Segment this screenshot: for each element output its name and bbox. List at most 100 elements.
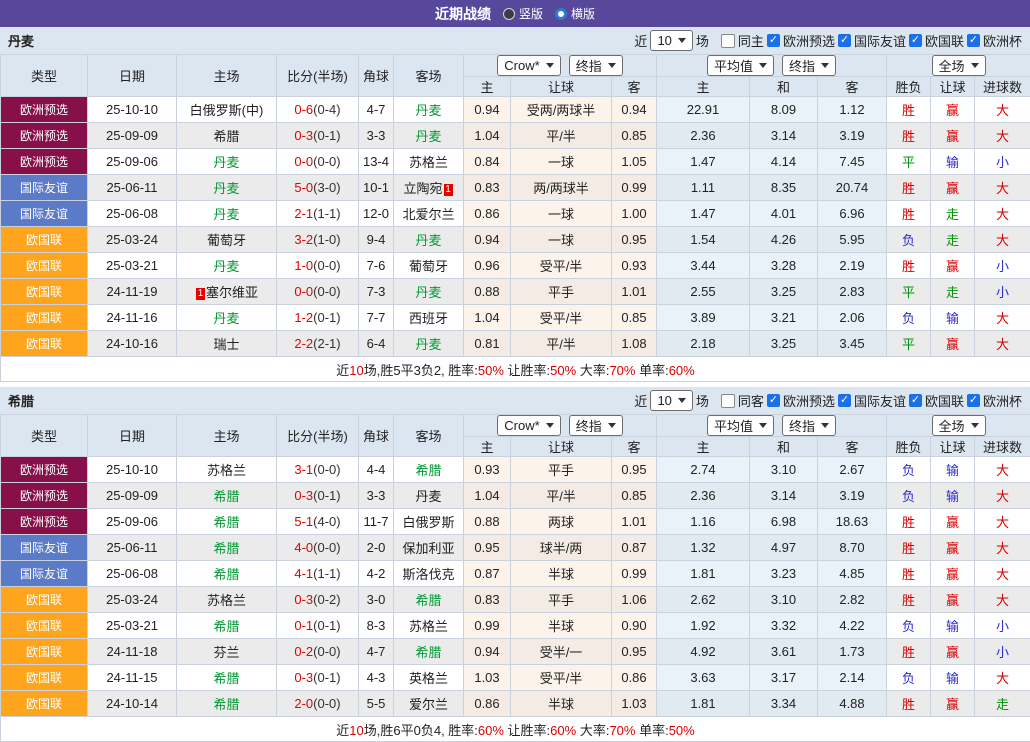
crow-away-odds: 0.86	[612, 665, 657, 691]
competition-checkbox-2[interactable]	[909, 394, 922, 407]
competition-checkbox-1[interactable]	[838, 394, 851, 407]
match-type-badge: 国际友谊	[1, 201, 88, 227]
col-avg-away: 客	[818, 77, 887, 97]
chevron-down-icon	[546, 423, 554, 428]
summary-segment: 大率:	[576, 723, 609, 738]
recent-count-select[interactable]: 10	[650, 30, 692, 51]
halftime-score: (0-0)	[313, 696, 340, 711]
result-outcome: 胜	[887, 691, 931, 717]
crow-bookmaker-select[interactable]: Crow*	[497, 55, 560, 76]
section-summary: 近10场,胜6平0负4, 胜率:60% 让胜率:60% 大率:70% 单率:50…	[1, 717, 1030, 742]
away-team: 白俄罗斯	[394, 509, 464, 535]
fulltime-select[interactable]: 全场	[932, 55, 986, 76]
results-table-denmark: 类型 日期 主场 比分(半场) 角球 客场 Crow* 终指 平均值 终指 全场	[0, 54, 1030, 382]
average-odds-select[interactable]: 平均值	[707, 415, 774, 436]
match-row: 欧国联24-10-16瑞士2-2(2-1)6-4丹麦0.81平/半1.082.1…	[1, 331, 1030, 357]
col-away: 客场	[394, 55, 464, 97]
halftime-score: (0-0)	[313, 154, 340, 169]
halftime-score: (0-2)	[313, 592, 340, 607]
corners-cell: 7-7	[359, 305, 394, 331]
crow-home-odds: 0.94	[464, 97, 511, 123]
score-cell: 1-2(0-1)	[277, 305, 359, 331]
layout-option-horizontal[interactable]: 横版	[555, 5, 595, 22]
chevron-down-icon	[546, 63, 554, 68]
summary-segment: 让胜率:	[504, 363, 550, 378]
result-outcome: 负	[887, 227, 931, 253]
result-outcome: 平	[887, 279, 931, 305]
home-team: 希腊	[177, 561, 277, 587]
radio-icon-horizontal[interactable]	[555, 8, 567, 20]
competition-checkbox-3[interactable]	[967, 34, 980, 47]
competition-checkbox-3[interactable]	[967, 394, 980, 407]
away-team: 希腊	[394, 457, 464, 483]
crow-bookmaker-select[interactable]: Crow*	[497, 415, 560, 436]
handicap-line: 平手	[511, 587, 612, 613]
crow-away-odds: 1.03	[612, 691, 657, 717]
corners-cell: 4-3	[359, 665, 394, 691]
competition-checkbox-0[interactable]	[767, 34, 780, 47]
recent-count-select[interactable]: 10	[650, 390, 692, 411]
away-team: 苏格兰	[394, 613, 464, 639]
fulltime-select[interactable]: 全场	[932, 415, 986, 436]
match-row: 欧国联24-11-16丹麦1-2(0-1)7-7西班牙1.04受平/半0.853…	[1, 305, 1030, 331]
team-name: 希腊	[213, 489, 239, 504]
match-row: 欧国联24-10-14希腊2-0(0-0)5-5爱尔兰0.86半球1.031.8…	[1, 691, 1030, 717]
avg-draw-odds: 3.17	[750, 665, 818, 691]
crow-home-odds: 0.93	[464, 457, 511, 483]
same-venue-checkbox[interactable]	[721, 394, 735, 408]
layout-option-vertical[interactable]: 竖版	[503, 5, 543, 22]
result-outcome: 平	[887, 149, 931, 175]
fulltime-score: 2-0	[294, 696, 313, 711]
crow-away-odds: 0.93	[612, 253, 657, 279]
col-date: 日期	[88, 415, 177, 457]
team-name: 丹麦	[213, 311, 239, 326]
avg-home-odds: 1.81	[657, 691, 750, 717]
summary-segment: 70%	[609, 363, 635, 378]
result-handicap: 输	[931, 305, 975, 331]
avg-home-odds: 22.91	[657, 97, 750, 123]
crow-final-odds-select[interactable]: 终指	[569, 415, 623, 436]
avg-home-odds: 3.89	[657, 305, 750, 331]
avg-away-odds: 3.45	[818, 331, 887, 357]
average-odds-select[interactable]: 平均值	[707, 55, 774, 76]
handicap-line: 受平/半	[511, 305, 612, 331]
near-label: 近	[634, 31, 647, 50]
team-name: 丹麦	[8, 31, 34, 50]
team-name: 西班牙	[409, 311, 448, 326]
crow-final-odds-select[interactable]: 终指	[569, 55, 623, 76]
near-label: 近	[634, 391, 647, 410]
team-name: 希腊	[213, 619, 239, 634]
match-row: 欧国联25-03-21希腊0-1(0-1)8-3苏格兰0.99半球0.901.9…	[1, 613, 1030, 639]
team-name: 希腊	[415, 463, 441, 478]
competition-checkbox-1[interactable]	[838, 34, 851, 47]
team-name: 立陶宛	[403, 181, 442, 196]
average-final-odds-select[interactable]: 终指	[782, 55, 836, 76]
result-handicap: 赢	[931, 175, 975, 201]
result-goals: 大	[975, 123, 1030, 149]
same-venue-checkbox[interactable]	[721, 34, 735, 48]
fulltime-score: 0-3	[294, 488, 313, 503]
team-name: 丹麦	[415, 489, 441, 504]
away-team: 爱尔兰	[394, 691, 464, 717]
radio-icon-vertical[interactable]	[503, 8, 515, 20]
competition-checkbox-0[interactable]	[767, 394, 780, 407]
summary-segment: 60%	[550, 723, 576, 738]
chevron-down-icon	[971, 63, 979, 68]
competition-checkbox-2[interactable]	[909, 34, 922, 47]
fulltime-score: 0-6	[294, 102, 313, 117]
crow-home-odds: 1.04	[464, 123, 511, 149]
result-outcome: 胜	[887, 175, 931, 201]
avg-draw-odds: 3.10	[750, 457, 818, 483]
handicap-line: 两球	[511, 509, 612, 535]
competition-label-0: 欧洲预选	[783, 391, 835, 410]
result-handicap: 走	[931, 201, 975, 227]
radio-label-horizontal: 横版	[571, 5, 595, 22]
home-team: 丹麦	[177, 175, 277, 201]
average-final-odds-select[interactable]: 终指	[782, 415, 836, 436]
result-goals: 走	[975, 691, 1030, 717]
crow-away-odds: 0.85	[612, 123, 657, 149]
team-name: 芬兰	[213, 645, 239, 660]
avg-away-odds: 5.95	[818, 227, 887, 253]
score-cell: 0-3(0-2)	[277, 587, 359, 613]
summary-segment: 让胜率:	[504, 723, 550, 738]
